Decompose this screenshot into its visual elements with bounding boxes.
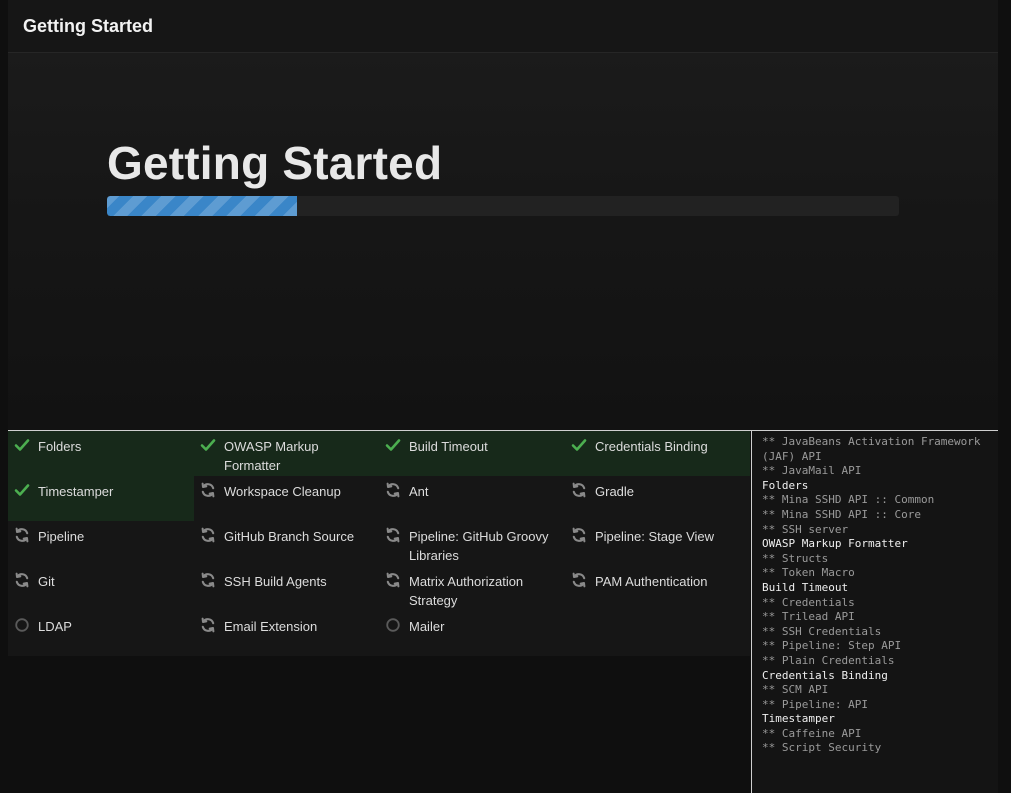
plugin-list: Folders OWASP Markup Formatter Build Timeo… [8,431,750,656]
top-bar: Getting Started [8,0,998,53]
plugin-name: Timestamper [38,484,114,499]
plugin-name: LDAP [38,619,72,634]
install-log: ** JavaBeans Activation Framework (JAF) … [751,431,998,793]
check-icon [14,482,30,498]
plugin-item: Pipeline: Stage View [565,521,750,566]
plugin-item: Mailer [379,611,565,656]
plugin-empty-cell [565,611,750,656]
plugin-name: OWASP Markup Formatter [224,439,319,473]
refresh-icon [200,617,216,633]
log-dependency-line: ** Script Security [762,741,882,755]
plugin-name: Matrix Authorization Strategy [409,574,524,608]
check-icon [385,437,401,453]
plugin-item: SSH Build Agents [194,566,379,611]
plugin-name: GitHub Branch Source [224,529,355,544]
log-dependency-line: ** Plain Credentials [762,653,895,667]
plugin-name: SSH Build Agents [224,574,327,589]
log-dependency-line: ** Pipeline: Step API [762,639,902,653]
install-progress-bar [107,196,899,216]
plugin-item: PAM Authentication [565,566,750,611]
check-icon [14,437,30,453]
circle-icon [385,617,401,633]
log-dependency-line: ** SSH Credentials [762,624,882,638]
plugin-name: Ant [409,484,429,499]
plugin-item: LDAP [8,611,194,656]
refresh-icon [200,527,216,543]
refresh-icon [385,482,401,498]
hero-panel: Getting Started [8,53,998,430]
refresh-icon [571,482,587,498]
log-dependency-line: ** SCM API [762,683,829,697]
plugin-item: Ant [379,476,565,521]
plugin-item: Matrix Authorization Strategy [379,566,565,611]
refresh-icon [200,572,216,588]
log-dependency-line: ** Caffeine API [762,726,862,740]
plugin-name: Workspace Cleanup [224,484,341,499]
refresh-icon [571,572,587,588]
refresh-icon [14,572,30,588]
log-dependency-line: ** Pipeline: API [762,697,868,711]
plugin-name: Email Extension [224,619,318,634]
check-icon [200,437,216,453]
refresh-icon [571,527,587,543]
plugin-item: Git [8,566,194,611]
plugin-item: Build Timeout [379,431,565,476]
plugin-item: GitHub Branch Source [194,521,379,566]
refresh-icon [200,482,216,498]
refresh-icon [385,572,401,588]
log-plugin-line: Build Timeout [762,580,849,594]
plugin-item: OWASP Markup Formatter [194,431,379,476]
refresh-icon [385,527,401,543]
plugin-name: Git [38,574,55,589]
circle-icon [14,617,30,633]
page-title: Getting Started [107,137,443,189]
log-dependency-line: ** Structs [762,551,829,565]
log-dependency-line: ** Trilead API [762,610,855,624]
plugin-item: Timestamper [8,476,194,521]
plugin-item: Folders [8,431,194,476]
refresh-icon [14,527,30,543]
log-plugin-line: Credentials Binding [762,668,888,682]
plugin-item: Email Extension [194,611,379,656]
log-dependency-line: ** Mina SSHD API :: Core [762,507,921,521]
install-progress-fill [107,196,298,216]
plugin-name: Pipeline: Stage View [595,529,715,544]
log-dependency-line: ** JavaBeans Activation Framework (JAF) … [762,435,988,463]
plugin-name: Credentials Binding [595,439,708,454]
plugin-name: Pipeline: GitHub Groovy Libraries [409,529,549,563]
check-icon [571,437,587,453]
page-header-title: Getting Started [23,16,154,36]
plugin-item: Pipeline [8,521,194,566]
log-plugin-line: Folders [762,478,809,492]
plugin-item: Credentials Binding [565,431,750,476]
log-dependency-line: ** JavaMail API [762,464,862,478]
plugin-name: Mailer [409,619,445,634]
log-dependency-line: ** Credentials [762,595,855,609]
plugin-name: Gradle [595,484,635,499]
log-dependency-line: ** Token Macro [762,566,855,580]
plugin-item: Workspace Cleanup [194,476,379,521]
plugin-item: Pipeline: GitHub Groovy Libraries [379,521,565,566]
plugin-name: Folders [38,439,82,454]
log-plugin-line: Timestamper [762,712,835,726]
plugin-name: Build Timeout [409,439,488,454]
log-plugin-line: OWASP Markup Formatter [762,537,908,551]
log-dependency-line: ** SSH server [762,522,849,536]
plugin-name: Pipeline [38,529,85,544]
log-dependency-line: ** Mina SSHD API :: Common [762,493,935,507]
plugin-item: Gradle [565,476,750,521]
plugin-name: PAM Authentication [595,574,708,589]
